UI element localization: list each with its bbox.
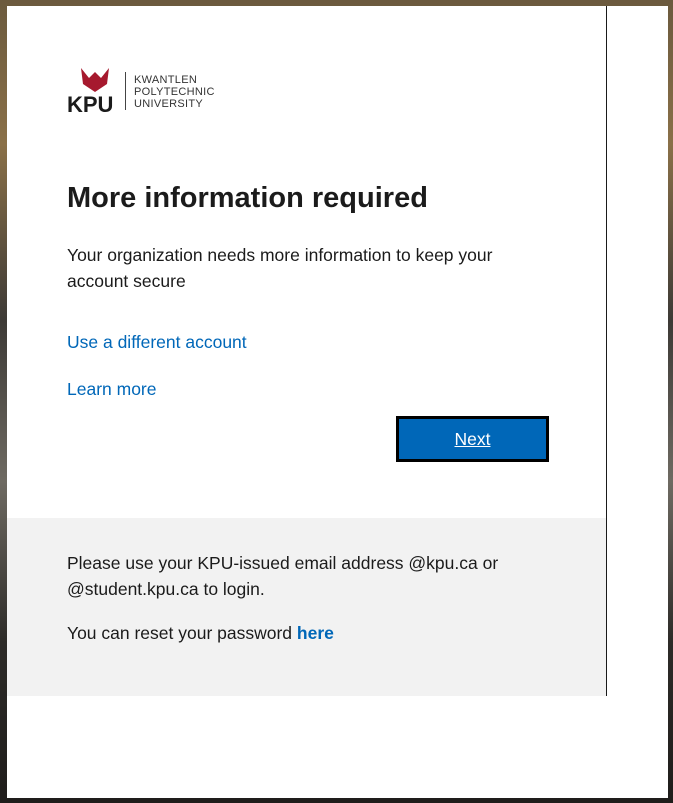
use-different-account-link[interactable]: Use a different account [67, 332, 247, 353]
reset-password-link[interactable]: here [297, 623, 334, 643]
footer-message: Please use your KPU-issued email address… [67, 553, 499, 599]
page-title: More information required [67, 182, 428, 214]
reset-password-prefix: You can reset your password [67, 623, 293, 643]
logo-line-2: POLYTECHNIC [134, 86, 215, 98]
reset-password-line: You can reset your password here [67, 623, 334, 644]
logo-line-1: KWANTLEN [134, 74, 198, 86]
logo-line-3: UNIVERSITY [134, 98, 204, 110]
kpu-logo: KPU KWANTLEN POLYTECHNIC UNIVERSITY [67, 64, 227, 116]
kpu-logo-icon: KPU [67, 68, 113, 116]
learn-more-link[interactable]: Learn more [67, 379, 157, 400]
footer-panel: Please use your KPU-issued email address… [7, 518, 606, 696]
logo-abbr: KPU [67, 92, 113, 116]
description-text: Your organization needs more information… [67, 245, 493, 291]
logo-divider [125, 72, 126, 110]
logo-wordmark: KWANTLEN POLYTECHNIC UNIVERSITY [134, 74, 215, 110]
right-margin [608, 6, 668, 696]
next-button[interactable]: Next [396, 416, 549, 462]
